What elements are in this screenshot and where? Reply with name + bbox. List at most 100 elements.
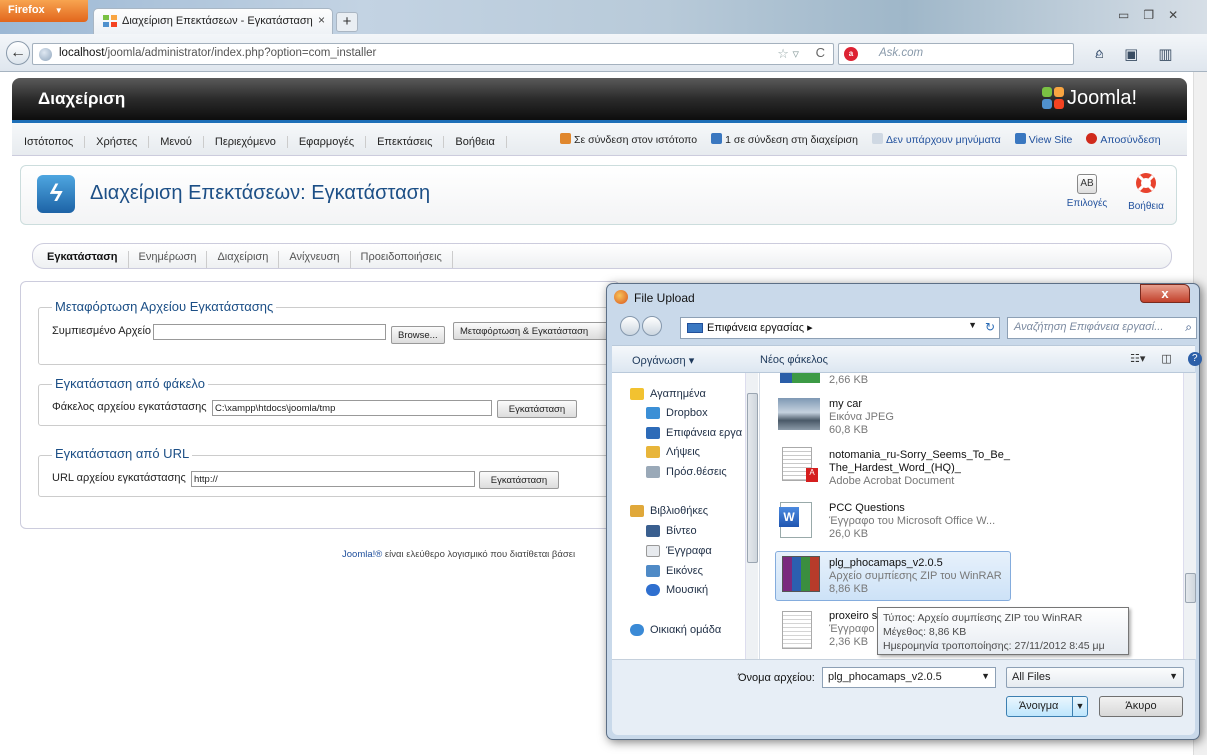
browse-button[interactable]: Browse... (391, 326, 445, 344)
search-bar[interactable]: a Ask.com ⌕ (838, 43, 1103, 65)
refresh-icon[interactable]: ↻ (985, 320, 995, 334)
nav-desktop[interactable]: Επιφάνεια εργα (646, 427, 742, 439)
bookmark-star-icon[interactable]: ☆ ▿ (777, 46, 799, 62)
upload-file-input[interactable] (153, 324, 386, 340)
nav-recent[interactable]: Πρόσ.θέσεις (646, 466, 727, 478)
file-type-select[interactable]: All Files ▼ (1006, 667, 1184, 688)
nav-downloads[interactable]: Λήψεις (646, 446, 700, 458)
file-item[interactable]: 2,66 KB (829, 374, 868, 387)
menu-item-content[interactable]: Περιεχόμενο (204, 136, 288, 148)
dialog-search-input[interactable]: Αναζήτηση Επιφάνεια εργασί... ⌕ (1007, 317, 1197, 339)
admin-status-bar: Σε σύνδεση στον ιστότοπο 1 σε σύνδεση στ… (560, 133, 1161, 146)
tab-install[interactable]: Εγκατάσταση (47, 251, 129, 268)
help-icon[interactable]: ? (1187, 352, 1202, 366)
site-users-status: Σε σύνδεση στον ιστότοπο (560, 133, 697, 146)
file-list-scrollbar-thumb[interactable] (1185, 573, 1196, 603)
file-item[interactable]: notomania_ru-Sorry_Seems_To_Be_ The_Hard… (829, 449, 1010, 488)
maximize-icon[interactable]: ❐ (1143, 8, 1154, 24)
open-button[interactable]: Άνοιγμα ▼ (1006, 696, 1088, 717)
reload-icon[interactable]: C (816, 45, 825, 60)
search-icon[interactable]: ⌕ (1185, 320, 1192, 335)
forward-icon[interactable] (642, 316, 662, 336)
minimize-icon[interactable]: ▭ (1118, 8, 1129, 24)
options-button[interactable]: AB Επιλογές (1060, 172, 1114, 218)
nav-scrollbar-thumb[interactable] (747, 393, 758, 563)
organize-menu[interactable]: Οργάνωση ▾ (632, 354, 694, 367)
nav-favorites[interactable]: Αγαπημένα (630, 388, 706, 400)
folder-install-button[interactable]: Εγκατάσταση (497, 400, 577, 418)
nav-libraries[interactable]: Βιβλιοθήκες (630, 505, 708, 517)
menu-item-users[interactable]: Χρήστες (85, 136, 150, 148)
chevron-down-icon[interactable]: ▼ (1072, 697, 1087, 716)
nav-favorites-label: Αγαπημένα (650, 388, 706, 400)
bookmarks-icon[interactable]: ▣ (1124, 45, 1138, 65)
admin-header (12, 78, 1187, 120)
nav-scrollbar[interactable] (745, 373, 758, 659)
joomla-link[interactable]: Joomla!® (342, 549, 382, 560)
ask-engine-icon[interactable]: a (844, 47, 858, 61)
nav-music[interactable]: Μουσική (646, 584, 708, 596)
new-folder-button[interactable]: Νέος φάκελος (760, 354, 828, 366)
addon-icon[interactable]: ▥ (1158, 45, 1172, 65)
file-name: PCC Questions (829, 502, 905, 514)
chevron-down-icon[interactable]: ▼ (968, 320, 977, 330)
video-icon (646, 525, 660, 537)
cancel-button[interactable]: Άκυρο (1099, 696, 1183, 717)
firefox-menu-button[interactable]: Firefox ▼ (0, 0, 88, 22)
preview-pane-icon[interactable]: ◫ (1161, 352, 1171, 366)
messages-link[interactable]: Δεν υπάρχουν μηνύματα (871, 133, 1001, 146)
menu-item-components[interactable]: Εφαρμογές (288, 136, 367, 148)
chevron-down-icon[interactable]: ▼ (981, 671, 990, 681)
nav-videos[interactable]: Βίντεο (646, 525, 697, 537)
file-item[interactable]: my car Εικόνα JPEG 60,8 KB (829, 398, 894, 437)
back-icon[interactable] (620, 316, 640, 336)
tab-warnings[interactable]: Προειδοποιήσεις (351, 251, 453, 268)
nav-homegroup[interactable]: Οικιακή ομάδα (630, 624, 721, 636)
path-desktop[interactable]: Επιφάνεια εργασίας (707, 322, 804, 334)
file-item[interactable]: proxeiro s Έγγραφο 2,36 KB (829, 610, 877, 649)
view-mode-icon[interactable]: ☷▾ (1130, 352, 1145, 366)
nav-documents[interactable]: Έγγραφα (646, 545, 712, 557)
filename-label: Όνομα αρχείου: (738, 672, 815, 684)
nav-dropbox[interactable]: Dropbox (646, 407, 708, 419)
tab-title: Διαχείριση Επεκτάσεων - Εγκατάσταση (122, 14, 313, 27)
dialog-close-button[interactable]: x (1140, 284, 1190, 303)
menu-item-help[interactable]: Βοήθεια (444, 136, 507, 148)
url-install-button[interactable]: Εγκατάσταση (479, 471, 559, 489)
file-name: my car (829, 398, 862, 410)
url-input[interactable]: http:// (191, 471, 475, 487)
path-breadcrumb[interactable]: Επιφάνεια εργασίας ▸ ▼ ↻ (680, 317, 1000, 339)
menu-item-extensions[interactable]: Επεκτάσεις (366, 136, 445, 148)
file-item-selected[interactable]: plg_phocamaps_v2.0.5 Αρχείο συμπίεσης ZI… (829, 557, 1002, 596)
file-size: 8,86 KB (829, 583, 869, 595)
menu-item-site[interactable]: Ιστότοπος (24, 136, 86, 148)
url-host: localhost (59, 47, 105, 59)
file-item[interactable]: PCC Questions Έγγραφο του Microsoft Offi… (829, 502, 995, 541)
tab-close-icon[interactable]: × (318, 13, 325, 27)
browser-tab[interactable]: Διαχείριση Επεκτάσεων - Εγκατάσταση × (93, 8, 333, 34)
tab-discover[interactable]: Ανίχνευση (279, 251, 351, 268)
folder-input[interactable]: C:\xampp\htdocs\joomla/tmp (212, 400, 492, 416)
joomla-logo[interactable]: Joomla! (1041, 86, 1137, 110)
view-site-link[interactable]: View Site (1014, 133, 1072, 146)
help-button[interactable]: Βοήθεια (1120, 172, 1172, 218)
home-icon[interactable]: ⌂ (1095, 45, 1104, 65)
search-placeholder: Ask.com (879, 47, 924, 59)
close-window-icon[interactable]: ✕ (1168, 8, 1178, 24)
nav-pictures[interactable]: Εικόνες (646, 565, 703, 577)
tab-manage[interactable]: Διαχείριση (207, 251, 280, 268)
nav-music-label: Μουσική (666, 584, 709, 596)
site-identity-icon[interactable] (39, 48, 52, 61)
url-bar[interactable]: localhost/joomla/administrator/index.php… (32, 43, 834, 65)
file-list-scrollbar[interactable] (1183, 373, 1196, 659)
back-button[interactable]: ← (6, 41, 30, 65)
logout-link[interactable]: Αποσύνδεση (1086, 133, 1161, 146)
upload-install-button[interactable]: Μεταφόρτωση & Εγκατάσταση (453, 322, 613, 340)
view-controls: ☷▾ ◫ ? (1130, 352, 1202, 366)
filename-input[interactable]: plg_phocamaps_v2.0.5 ▼ (822, 667, 996, 688)
menu-item-menus[interactable]: Μενού (149, 136, 204, 148)
lifebuoy-icon (1136, 173, 1156, 193)
tab-update[interactable]: Ενημέρωση (129, 251, 208, 268)
new-tab-button[interactable]: + (336, 12, 358, 32)
nav-videos-label: Βίντεο (666, 525, 697, 537)
